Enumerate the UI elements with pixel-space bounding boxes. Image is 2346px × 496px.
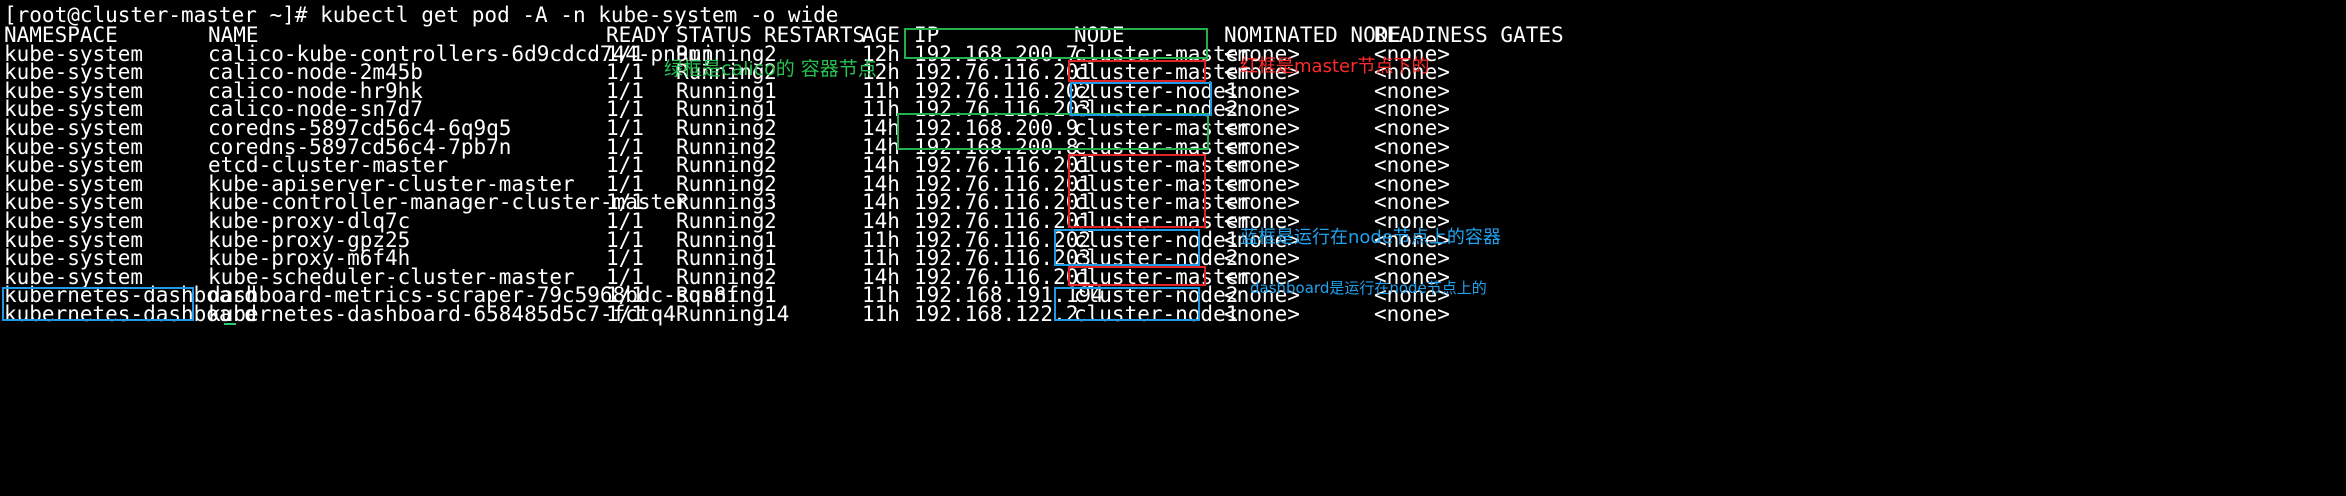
green-box-calico-controller — [904, 28, 1208, 59]
blue-note: 蓝框是运行在node节点上的容器 — [1240, 227, 1501, 248]
terminal-window[interactable]: [root@cluster-master ~]# kubectl get pod… — [2, 2, 2344, 494]
cell-nominated-node: <none> — [1224, 302, 1300, 326]
cell-age: 11h — [862, 302, 900, 326]
blue-box-calico-nodes — [1070, 82, 1212, 116]
red-box-calico-master — [1068, 60, 1206, 82]
red-note: 红框是master节点下的 — [1240, 56, 1430, 77]
green-box-coredns — [897, 113, 1209, 150]
cell-restarts: 14 — [764, 302, 790, 326]
cell-status: Running — [676, 302, 765, 326]
blue-box-proxy-nodes — [1054, 229, 1200, 266]
blue-box-dashboard-nodes — [1054, 287, 1200, 321]
red-box-scheduler — [1068, 266, 1206, 286]
cell-ready: 1/1 — [606, 302, 644, 326]
header-restarts: RESTARTS — [764, 23, 866, 47]
cell-readiness-gates: <none> — [1374, 302, 1450, 326]
green-note: 绿框是calico的 容器节点 — [664, 58, 877, 80]
red-box-master-pods — [1068, 154, 1206, 228]
terminal-cursor — [224, 323, 236, 325]
dashboard-note: dashboard是运行在node节点上的 — [1250, 279, 1487, 297]
blue-box-dashboard-namespace — [2, 287, 194, 321]
